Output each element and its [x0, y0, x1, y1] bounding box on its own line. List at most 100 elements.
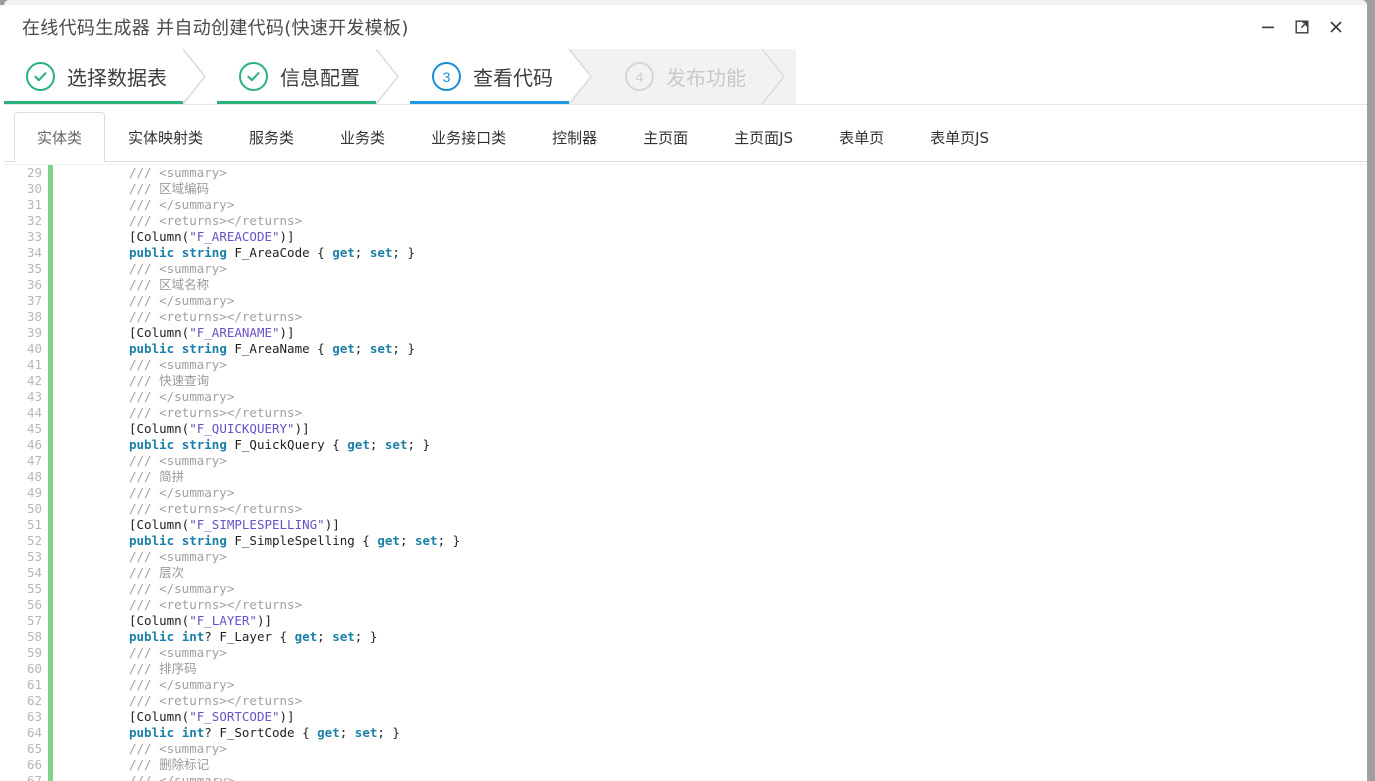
- token-kw: get: [377, 533, 400, 548]
- token-cmt: /// <summary>: [129, 261, 227, 276]
- step-2-done[interactable]: 信息配置: [217, 49, 376, 104]
- minimize-button[interactable]: [1251, 10, 1285, 44]
- token-punct: ;: [354, 341, 370, 356]
- token-kw: public: [129, 629, 175, 644]
- token-kw: string: [181, 245, 227, 260]
- line-number: 35: [26, 261, 42, 276]
- tab-3[interactable]: 业务类: [317, 112, 408, 162]
- token-str: "F_QUICKQUERY": [189, 421, 295, 436]
- token-punct: ;: [399, 533, 415, 548]
- step-separator-chevron: [183, 49, 217, 104]
- code-line: 50 /// <returns></returns>: [4, 501, 1367, 517]
- maximize-icon: [1293, 18, 1311, 36]
- token-cmt: /// <returns></returns>: [129, 309, 303, 324]
- token-kw: public: [129, 245, 175, 260]
- token-cmt-cn: 区域名称: [159, 277, 210, 292]
- token-cmt: ///: [129, 565, 160, 580]
- tab-label: 实体类: [37, 129, 83, 147]
- code-line: 48 /// 简拼: [4, 469, 1367, 485]
- token-kw: int: [181, 725, 205, 740]
- line-number: 32: [26, 213, 42, 228]
- maximize-button[interactable]: [1285, 10, 1319, 44]
- tab-8[interactable]: 表单页: [816, 112, 907, 162]
- token-cmt: /// <returns></returns>: [129, 693, 303, 708]
- code-line: 45 [Column("F_QUICKQUERY")]: [4, 421, 1367, 437]
- title-bar: 在线代码生成器 并自动创建代码(快速开发模板): [4, 5, 1367, 49]
- token-punct: ;: [317, 629, 333, 644]
- token-kw: set: [369, 245, 393, 260]
- window-vertical-scrollbar[interactable]: [1367, 0, 1375, 781]
- step-1-done[interactable]: 选择数据表: [4, 49, 183, 104]
- step-3-current[interactable]: 3 查看代码: [410, 49, 569, 104]
- line-number: 49: [26, 485, 42, 500]
- tab-5[interactable]: 控制器: [529, 112, 620, 162]
- token-punct: ; }: [392, 341, 415, 356]
- token-cmt: /// <summary>: [129, 357, 227, 372]
- token-cmt: /// <returns></returns>: [129, 597, 303, 612]
- code-text: /// 区域编码: [53, 181, 1367, 197]
- code-text: /// <returns></returns>: [53, 405, 1367, 421]
- line-number: 47: [26, 453, 42, 468]
- minimize-icon: [1259, 18, 1277, 36]
- token-punct: ; }: [377, 725, 400, 740]
- tab-9[interactable]: 表单页JS: [907, 112, 1012, 162]
- line-number: 39: [26, 325, 42, 340]
- tab-label: 业务接口类: [431, 129, 507, 147]
- tab-6[interactable]: 主页面: [620, 112, 711, 162]
- code-text: /// 层次: [53, 565, 1367, 581]
- line-number: 37: [26, 293, 42, 308]
- line-number: 63: [26, 709, 42, 724]
- token-str: "F_AREACODE": [189, 229, 280, 244]
- step-separator-chevron: [569, 49, 603, 104]
- code-text: /// 排序码: [53, 661, 1367, 677]
- line-number: 67: [26, 773, 42, 781]
- code-text: /// <returns></returns>: [53, 213, 1367, 229]
- token-punct: [174, 245, 182, 260]
- token-attr: [Column(: [129, 325, 190, 340]
- token-kw: get: [317, 725, 340, 740]
- line-number: 45: [26, 421, 42, 436]
- tab-4[interactable]: 业务接口类: [408, 112, 529, 162]
- code-line: 32 /// <returns></returns>: [4, 213, 1367, 229]
- code-line: 49 /// </summary>: [4, 485, 1367, 501]
- token-cmt: /// <summary>: [129, 165, 227, 180]
- code-viewer[interactable]: 29 /// <summary> 30 /// 区域编码 31 /// </summary…: [4, 162, 1367, 781]
- code-text: /// </summary>: [53, 773, 1367, 781]
- code-text: public string F_AreaName { get; set; }: [53, 341, 1367, 357]
- code-text: /// <summary>: [53, 261, 1367, 277]
- code-line: 29 /// <summary>: [4, 165, 1367, 181]
- token-attr: [Column(: [129, 517, 190, 532]
- step-label: 信息配置: [280, 66, 360, 90]
- token-kw: string: [181, 533, 227, 548]
- line-number: 30: [26, 181, 42, 196]
- code-line: 40 public string F_AreaName { get; set; }: [4, 341, 1367, 357]
- window-title: 在线代码生成器 并自动创建代码(快速开发模板): [22, 18, 409, 39]
- code-line: 59 /// <summary>: [4, 645, 1367, 661]
- token-punct: [174, 437, 182, 452]
- line-number: 66: [26, 757, 42, 772]
- code-tab-bar: 实体类 实体映射类 服务类 业务类 业务接口类 控制器 主页面 主页面JS 表单页 表单页JS: [4, 105, 1367, 163]
- token-str: "F_AREANAME": [189, 325, 280, 340]
- line-number: 64: [26, 725, 42, 740]
- code-line: 61 /// </summary>: [4, 677, 1367, 693]
- step-underline: [217, 101, 376, 104]
- code-text: public int? F_SortCode { get; set; }: [53, 725, 1367, 741]
- line-number: 36: [26, 277, 42, 292]
- code-text: [Column("F_AREANAME")]: [53, 325, 1367, 341]
- tab-2[interactable]: 服务类: [226, 112, 317, 162]
- check-circle-icon: [26, 62, 55, 91]
- code-line: 33 [Column("F_AREACODE")]: [4, 229, 1367, 245]
- step-label: 选择数据表: [67, 66, 167, 90]
- token-punct: ; }: [437, 533, 461, 548]
- tab-0-active[interactable]: 实体类: [14, 112, 106, 163]
- token-id: ? F_SortCode {: [204, 725, 318, 740]
- step-separator-chevron: [376, 49, 410, 104]
- line-number: 60: [26, 661, 42, 676]
- tab-7[interactable]: 主页面JS: [711, 112, 816, 162]
- code-text: [Column("F_SORTCODE")]: [53, 709, 1367, 725]
- code-line: 44 /// <returns></returns>: [4, 405, 1367, 421]
- close-button[interactable]: [1319, 10, 1353, 44]
- token-kw: get: [347, 437, 370, 452]
- tab-1[interactable]: 实体映射类: [105, 112, 226, 162]
- step-track: 选择数据表 信息配置 3 查看代码 4 发布功能: [4, 49, 796, 104]
